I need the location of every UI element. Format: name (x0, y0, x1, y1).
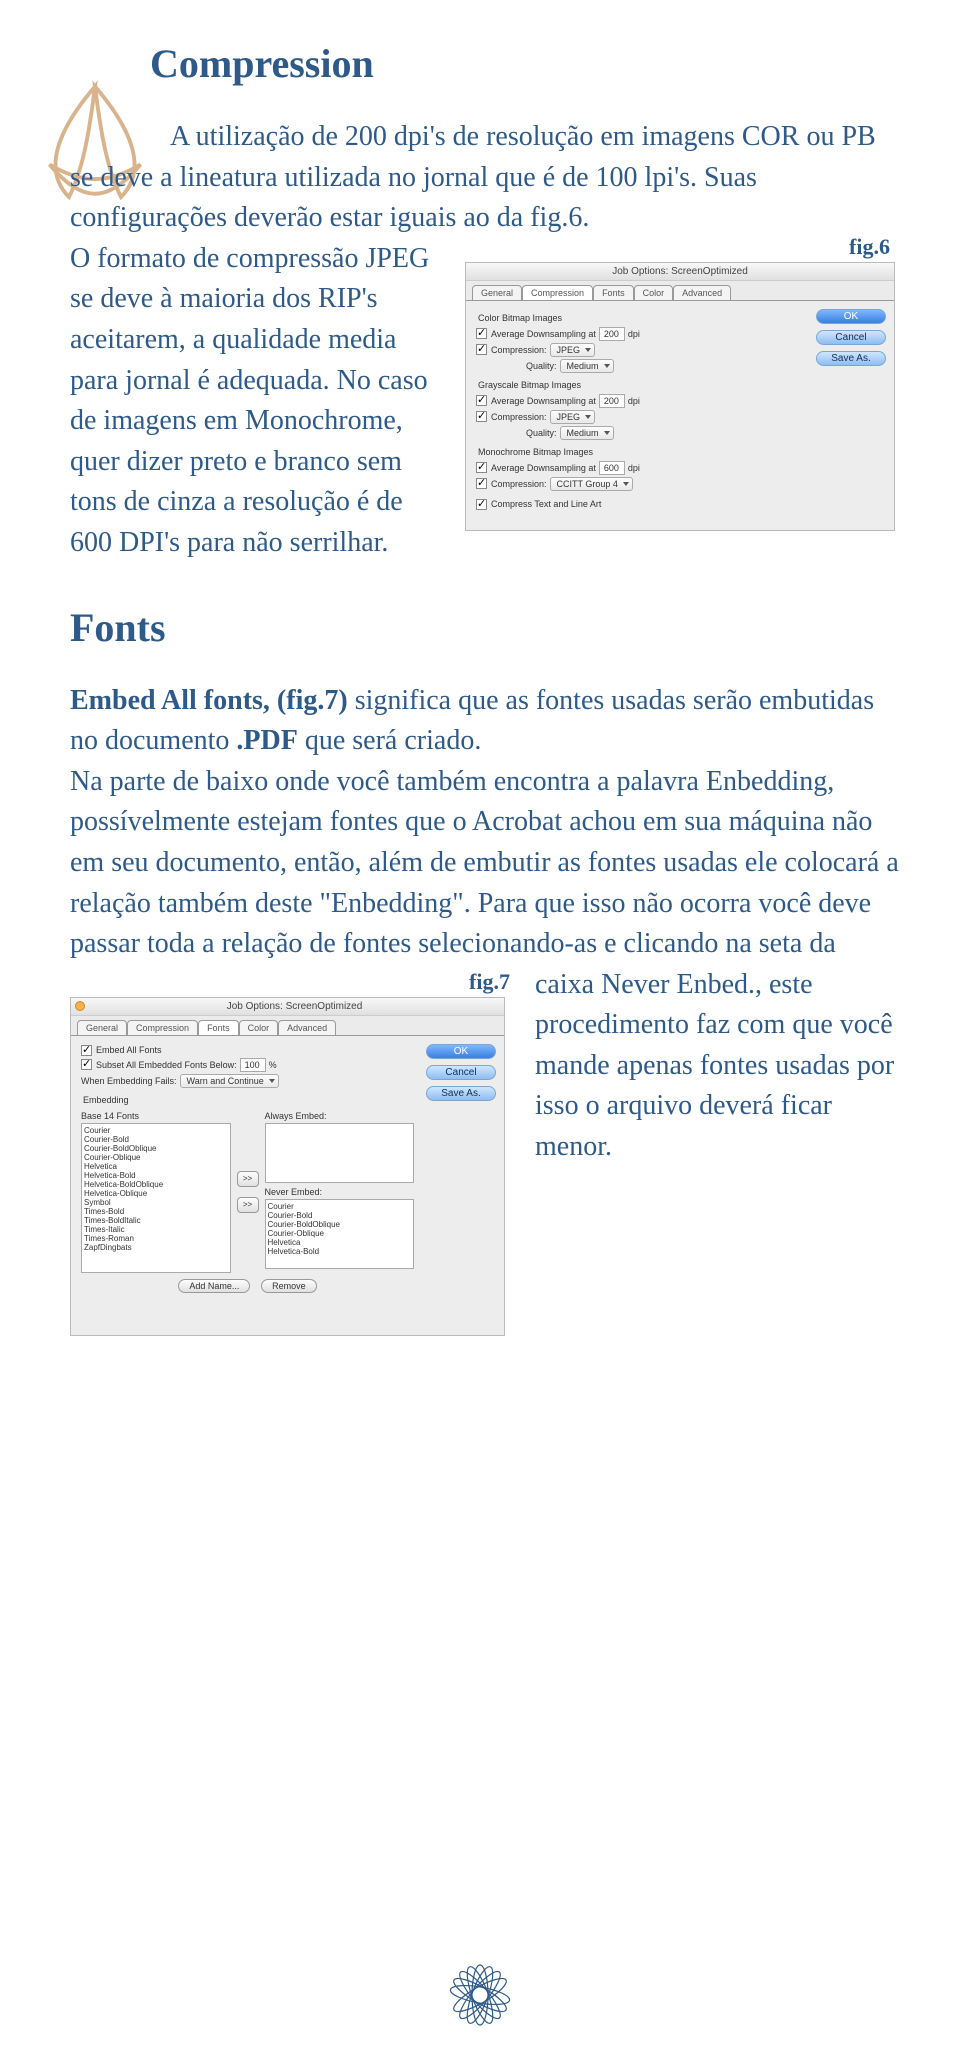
compression-dropdown[interactable]: CCITT Group 4 (550, 477, 633, 491)
group-monochrome-bitmap: Monochrome Bitmap Images (478, 447, 804, 457)
fonts-heading: Fonts (70, 604, 900, 651)
checkbox[interactable] (476, 328, 487, 339)
add-name-button[interactable]: Add Name... (178, 1279, 250, 1293)
embed-all-checkbox[interactable] (81, 1045, 92, 1056)
dpi-field[interactable]: 200 (599, 394, 625, 408)
checkbox[interactable] (476, 344, 487, 355)
checkbox[interactable] (476, 478, 487, 489)
fig7-caption: fig.7 (70, 969, 510, 995)
checkbox[interactable] (476, 499, 487, 510)
cancel-button[interactable]: Cancel (816, 330, 886, 345)
paragraph-1a: A utilização de 200 dpi's de resolução e… (70, 117, 900, 239)
checkbox[interactable] (476, 462, 487, 473)
always-embed-listbox[interactable] (265, 1123, 415, 1183)
dpi-field[interactable]: 600 (599, 461, 625, 475)
figure-6: fig.6 Job Options: ScreenOptimized Gener… (465, 234, 900, 531)
tab-advanced[interactable]: Advanced (673, 285, 731, 300)
ok-button[interactable]: OK (816, 309, 886, 324)
checkbox[interactable] (476, 411, 487, 422)
saveas-button[interactable]: Save As. (816, 351, 886, 366)
subset-pct-field[interactable]: 100 (240, 1058, 266, 1072)
group-grayscale-bitmap: Grayscale Bitmap Images (478, 380, 804, 390)
never-embed-label: Never Embed: (265, 1187, 415, 1197)
remove-button[interactable]: Remove (261, 1279, 317, 1293)
compression-dropdown[interactable]: JPEG (550, 343, 596, 357)
fig7-window-title: Job Options: ScreenOptimized (71, 998, 504, 1016)
checkbox[interactable] (476, 395, 487, 406)
compression-heading: Compression (150, 40, 900, 87)
never-embed-listbox[interactable]: CourierCourier-BoldCourier-BoldObliqueCo… (265, 1199, 415, 1269)
tab-compression[interactable]: Compression (127, 1020, 198, 1035)
footer-swirl-icon (445, 1960, 515, 2030)
tab-fonts[interactable]: Fonts (198, 1020, 239, 1035)
paragraph-2b: Na parte de baixo onde você também encon… (70, 762, 900, 965)
move-right-button[interactable]: >> (237, 1197, 259, 1213)
tab-general[interactable]: General (77, 1020, 127, 1035)
move-right-button[interactable]: >> (237, 1171, 259, 1187)
dpi-field[interactable]: 200 (599, 327, 625, 341)
embedding-label: Embedding (83, 1095, 414, 1105)
tab-color[interactable]: Color (239, 1020, 279, 1035)
fig6-tabs: General Compression Fonts Color Advanced (466, 281, 894, 300)
fig6-window-title: Job Options: ScreenOptimized (466, 263, 894, 281)
tab-advanced[interactable]: Advanced (278, 1020, 336, 1035)
paragraph-2a: Embed All fonts, (fig.7) significa que a… (70, 681, 900, 762)
saveas-button[interactable]: Save As. (426, 1086, 496, 1101)
tab-fonts[interactable]: Fonts (593, 285, 634, 300)
quality-dropdown[interactable]: Medium (560, 359, 614, 373)
cancel-button[interactable]: Cancel (426, 1065, 496, 1080)
tab-color[interactable]: Color (634, 285, 674, 300)
compression-dropdown[interactable]: JPEG (550, 410, 596, 424)
fig7-tabs: General Compression Fonts Color Advanced (71, 1016, 504, 1035)
subset-checkbox[interactable] (81, 1059, 92, 1070)
embed-fail-dropdown[interactable]: Warn and Continue (180, 1074, 279, 1088)
always-embed-label: Always Embed: (265, 1111, 415, 1121)
group-color-bitmap: Color Bitmap Images (478, 313, 804, 323)
base14-label: Base 14 Fonts (81, 1111, 231, 1121)
ok-button[interactable]: OK (426, 1044, 496, 1059)
traffic-light-icon (75, 1001, 85, 1011)
tab-general[interactable]: General (472, 285, 522, 300)
base14-listbox[interactable]: CourierCourier-BoldCourier-BoldObliqueCo… (81, 1123, 231, 1273)
quality-dropdown[interactable]: Medium (560, 426, 614, 440)
tab-compression[interactable]: Compression (522, 285, 593, 300)
figure-7: fig.7 Job Options: ScreenOptimized Gener… (70, 969, 510, 1336)
